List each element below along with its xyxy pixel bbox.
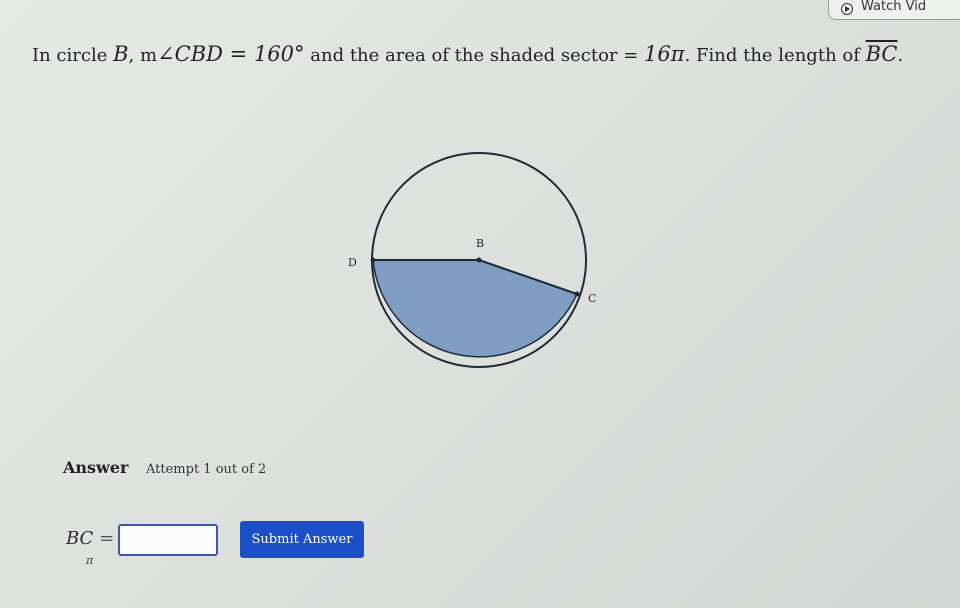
- angle-measure-prefix: m: [139, 45, 158, 66]
- sector-area-value: 16π: [644, 42, 685, 66]
- point-c: [574, 291, 580, 297]
- pi-symbol-button[interactable]: π: [86, 554, 93, 567]
- question-comma: ,: [128, 45, 140, 66]
- question-ending: . Find the length of: [684, 45, 866, 66]
- answer-heading: Answer: [63, 458, 129, 477]
- answer-field-name: BC: [66, 528, 94, 549]
- answer-equals-sign: =: [93, 528, 115, 549]
- label-b: B: [476, 237, 484, 250]
- question-intro: In circle: [32, 45, 114, 66]
- point-d: [370, 257, 376, 263]
- play-circle-icon: [841, 3, 853, 15]
- answer-field-label: BC =: [66, 528, 114, 549]
- target-segment: BC: [865, 42, 898, 66]
- circle-name: B: [113, 42, 129, 66]
- attempt-counter: Attempt 1 out of 2: [146, 462, 267, 477]
- watch-video-label: Watch Vid: [861, 0, 927, 14]
- point-b: [476, 257, 482, 263]
- label-c: C: [588, 292, 596, 305]
- label-d: D: [348, 256, 357, 269]
- submit-answer-button[interactable]: Submit Answer: [240, 521, 364, 558]
- circle-diagram: B C D: [348, 152, 596, 368]
- question-middle: and the area of the shaded sector =: [304, 45, 645, 66]
- answer-input[interactable]: [118, 524, 218, 556]
- question-period: .: [897, 45, 904, 66]
- angle-expression: ∠CBD = 160°: [157, 42, 305, 66]
- watch-video-button[interactable]: Watch Vid: [828, 0, 960, 20]
- question-text: In circle B, m∠CBD = 160° and the area o…: [32, 34, 903, 76]
